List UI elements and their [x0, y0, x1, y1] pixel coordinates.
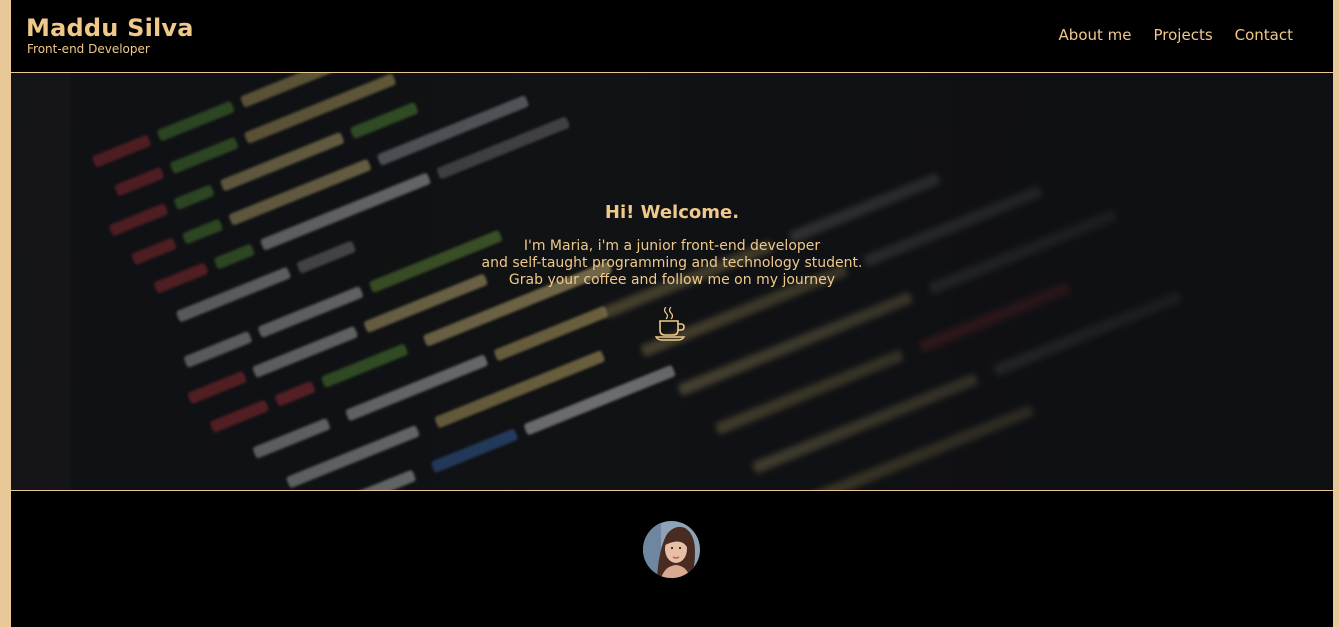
- hero-line-3: Grab your coffee and follow me on my jou…: [508, 272, 836, 288]
- nav-contact[interactable]: Contact: [1235, 25, 1293, 45]
- main-nav: About me Projects Contact: [1037, 25, 1293, 45]
- site-header: Maddu Silva Front-end Developer About me…: [11, 0, 1333, 73]
- profile-avatar[interactable]: [643, 521, 700, 578]
- coffee-cup-icon: [655, 306, 686, 341]
- site-subtitle: Front-end Developer: [27, 42, 150, 56]
- profile-photo: [643, 521, 700, 578]
- hero-banner: Hi! Welcome. I'm Maria, i'm a junior fro…: [11, 73, 1333, 491]
- hero-line-1: I'm Maria, i'm a junior front-end develo…: [523, 238, 821, 254]
- hero-content: Hi! Welcome. I'm Maria, i'm a junior fro…: [11, 73, 1333, 490]
- page: Maddu Silva Front-end Developer About me…: [11, 0, 1333, 627]
- hero-title: Hi! Welcome.: [604, 202, 740, 223]
- hero-line-2: and self-taught programming and technolo…: [481, 255, 863, 271]
- site-title[interactable]: Maddu Silva: [26, 13, 194, 43]
- nav-about-me[interactable]: About me: [1059, 25, 1132, 45]
- nav-projects[interactable]: Projects: [1154, 25, 1213, 45]
